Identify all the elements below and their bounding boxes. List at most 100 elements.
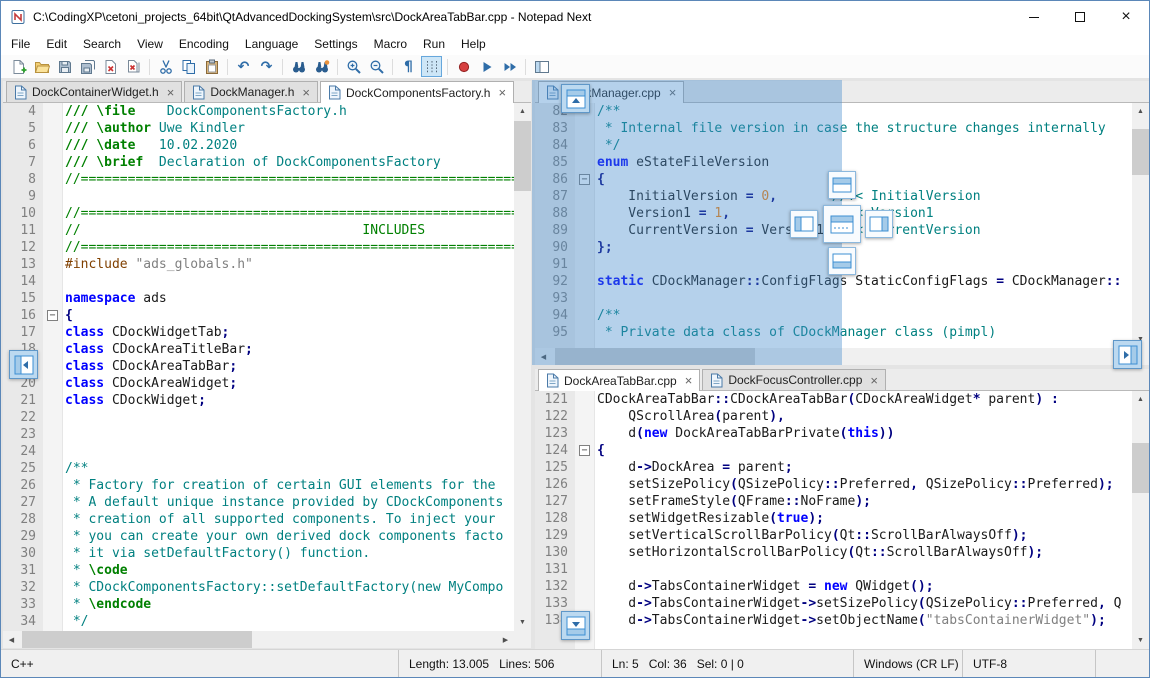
tab-close-icon[interactable]: × [167,86,175,99]
scroll-down-button[interactable]: ▼ [1132,632,1149,649]
menu-settings[interactable]: Settings [306,34,365,54]
code-line[interactable]: /// \author Uwe Kindler [65,120,514,137]
bottom-right-editor[interactable]: 1211221231241251261271281291301311321331… [535,391,1132,649]
encoding-status[interactable]: UTF-8 [962,650,1095,677]
code-line[interactable]: class CDockWidgetTab; [65,324,514,341]
line-number[interactable]: 124 [535,442,575,459]
vertical-scrollbar[interactable]: ▲ ▼ [1132,103,1149,348]
autohide-drop-indicator-right[interactable] [1113,340,1142,369]
autohide-drop-indicator-left[interactable] [9,350,38,379]
menu-search[interactable]: Search [75,34,129,54]
open-file-button[interactable] [31,56,52,77]
scroll-down-button[interactable]: ▼ [514,614,531,631]
drop-indicator-center[interactable] [823,205,861,243]
line-number[interactable]: 121 [535,391,575,408]
autohide-drop-indicator-bottom[interactable] [561,611,590,640]
code-line[interactable]: * you can create your own derived dock c… [65,528,514,545]
line-number[interactable]: 9 [3,188,43,205]
undo-button[interactable]: ↶ [233,56,254,77]
line-number[interactable]: 4 [3,103,43,120]
maximize-button[interactable] [1057,1,1103,33]
code-line[interactable]: * \endcode [65,596,514,613]
code-line[interactable]: /// \date 10.02.2020 [65,137,514,154]
code-area[interactable]: /// \file DockComponentsFactory.h/// \au… [63,103,514,631]
line-number[interactable]: 26 [3,477,43,494]
code-line[interactable]: setWidgetResizable(true); [597,510,1132,527]
tab-close-icon[interactable]: × [498,86,506,99]
menu-language[interactable]: Language [237,34,306,54]
close-file-button[interactable] [100,56,121,77]
vertical-scrollbar[interactable]: ▲ ▼ [1132,391,1149,649]
code-line[interactable]: d(new DockAreaTabBarPrivate(this)) [597,425,1132,442]
fold-marker[interactable]: − [579,445,590,456]
close-all-button[interactable] [123,56,144,77]
code-line[interactable]: class CDockAreaWidget; [65,375,514,392]
code-line[interactable]: * it via setDefaultFactory() function. [65,545,514,562]
line-number[interactable]: 123 [535,425,575,442]
indent-guide-button[interactable] [421,56,442,77]
scroll-right-button[interactable]: ▶ [497,631,514,648]
line-number[interactable]: 126 [535,476,575,493]
line-number[interactable]: 129 [535,527,575,544]
code-line[interactable] [65,443,514,460]
code-line[interactable]: * Factory for creation of certain GUI el… [65,477,514,494]
line-number[interactable]: 17 [3,324,43,341]
fold-marker[interactable]: − [47,310,58,321]
code-line[interactable]: CDockAreaTabBar::CDockAreaTabBar(CDockAr… [597,391,1132,408]
line-number[interactable]: 11 [3,222,43,239]
tab-DockComponentsFactory.h[interactable]: DockComponentsFactory.h× [320,81,514,103]
code-area[interactable]: CDockAreaTabBar::CDockAreaTabBar(CDockAr… [595,391,1132,649]
line-number[interactable]: 29 [3,528,43,545]
tab-DockFocusController.cpp[interactable]: DockFocusController.cpp× [702,369,886,390]
tab-DockManager.h[interactable]: DockManager.h× [184,81,318,102]
line-number[interactable]: 32 [3,579,43,596]
code-line[interactable]: class CDockAreaTabBar; [65,358,514,375]
code-line[interactable]: { [597,442,1132,459]
line-number[interactable]: 8 [3,171,43,188]
line-number[interactable]: 10 [3,205,43,222]
code-line[interactable]: d->DockArea = parent; [597,459,1132,476]
cut-button[interactable] [155,56,176,77]
zoom-out-button[interactable] [366,56,387,77]
new-file-button[interactable] [8,56,29,77]
scroll-up-button[interactable]: ▲ [1132,103,1149,120]
scroll-up-button[interactable]: ▲ [514,103,531,120]
menu-run[interactable]: Run [415,34,453,54]
code-line[interactable]: d->TabsContainerWidget->setObjectName("t… [597,612,1132,629]
replace-button[interactable] [311,56,332,77]
show-symbols-button[interactable]: ¶ [398,56,419,77]
save-file-button[interactable] [54,56,75,77]
code-line[interactable]: /// \brief Declaration of DockComponents… [65,154,514,171]
code-line[interactable]: { [65,307,514,324]
title-bar[interactable]: C:\CodingXP\cetoni_projects_64bit\QtAdva… [1,1,1149,33]
code-line[interactable]: setSizePolicy(QSizePolicy::Preferred, QS… [597,476,1132,493]
scrollbar-thumb[interactable] [22,631,252,648]
line-number[interactable]: 30 [3,545,43,562]
line-number[interactable]: 31 [3,562,43,579]
code-line[interactable]: setVerticalScrollBarPolicy(Qt::ScrollBar… [597,527,1132,544]
scroll-left-button[interactable]: ◀ [3,631,20,648]
code-line[interactable]: //======================================… [65,239,514,256]
line-number[interactable]: 34 [3,613,43,630]
record-macro-button[interactable] [453,56,474,77]
close-button[interactable]: × [1103,1,1149,33]
line-number[interactable]: 21 [3,392,43,409]
scrollbar-thumb[interactable] [1132,443,1149,493]
menu-help[interactable]: Help [453,34,494,54]
code-line[interactable]: //======================================… [65,171,514,188]
scrollbar-thumb[interactable] [514,121,531,191]
code-line[interactable] [597,561,1132,578]
drop-indicator-right[interactable] [865,210,893,238]
code-line[interactable]: //======================================… [65,205,514,222]
drop-indicator-bottom[interactable] [828,247,856,275]
zoom-in-button[interactable] [343,56,364,77]
code-line[interactable]: // INCLUDES [65,222,514,239]
language-status[interactable]: C++ [1,650,398,677]
line-number[interactable]: 33 [3,596,43,613]
tab-close-icon[interactable]: × [685,374,693,387]
redo-button[interactable]: ↷ [256,56,277,77]
menu-macro[interactable]: Macro [366,34,415,54]
drop-indicator-top[interactable] [828,171,856,199]
run-macro-multiple-button[interactable] [499,56,520,77]
line-number[interactable]: 13 [3,256,43,273]
